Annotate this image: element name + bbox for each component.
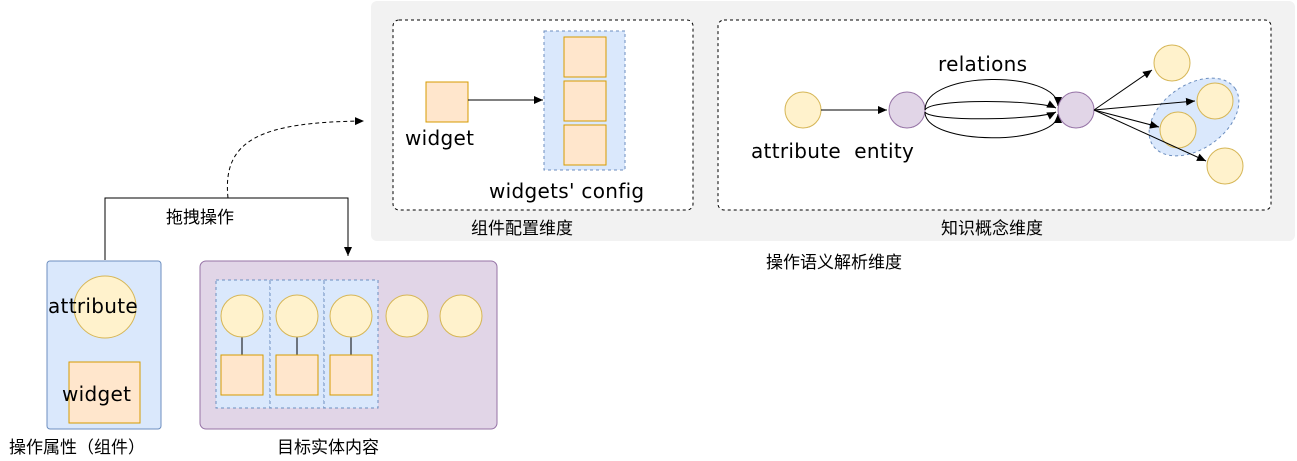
config-widget-square-3 [563,124,607,166]
config-widget-square-2 [563,80,607,122]
entity-attr-circle-4 [385,294,429,338]
entity-widget-square-2 [275,354,319,396]
single-widget-square [425,81,469,123]
entity-node-left [888,91,926,129]
entity-attr-circle-5 [439,294,483,338]
entity-attr-circle-1 [220,294,264,338]
attribute-node [784,91,822,129]
entity-widget-square-3 [329,354,373,396]
relations-label: relations [938,52,1028,76]
attribute-label: attribute [48,294,138,318]
drag-operation-label: 拖拽操作 [166,208,234,228]
widget-label: widget [405,126,475,150]
attribute-node-1 [1153,44,1191,82]
target-entity-caption: 目标实体内容 [277,438,379,458]
entity-attr-circle-3 [329,294,373,338]
entity-attr-circle-2 [275,294,319,338]
drag-dashed-curve [226,117,365,199]
attribute-entity-label: attribute entity [751,139,915,163]
config-widget-square-1 [563,36,607,78]
widget-square-label: widget [62,382,132,406]
semantic-panel-caption: 操作语义解析维度 [766,253,902,273]
knowledge-concept-caption: 知识概念维度 [941,219,1043,239]
widget-config-caption: 组件配置维度 [471,219,573,239]
operation-attribute-caption: 操作属性（组件） [9,438,145,458]
entity-widget-square-1 [220,354,264,396]
widgets-config-label: widgets' config [489,179,645,203]
attribute-node-4 [1206,147,1244,185]
diagram-canvas [46,1,1295,430]
attribute-node-2 [1196,82,1234,120]
entity-node-right [1057,91,1095,129]
